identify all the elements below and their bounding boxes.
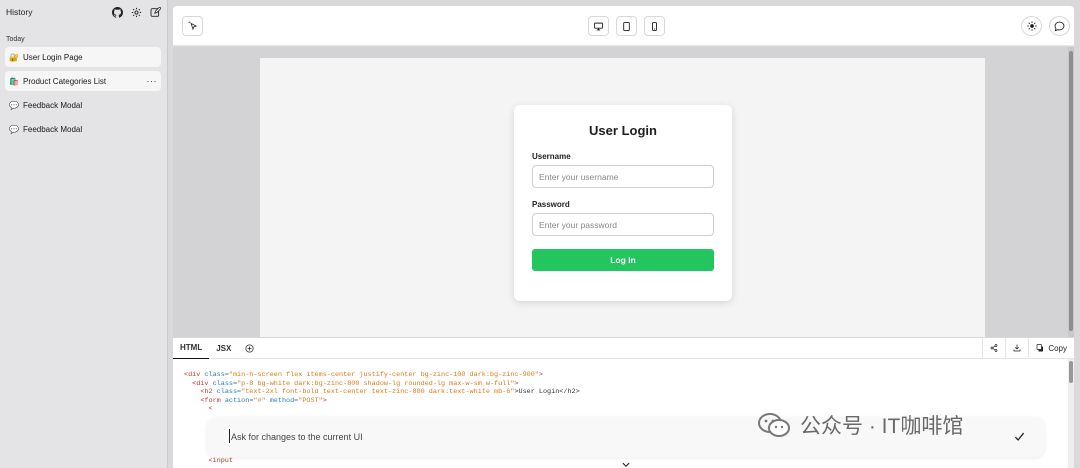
element-select-button[interactable] (182, 16, 203, 36)
text-cursor (229, 429, 230, 443)
preview-area: User Login Username Password Log In (173, 47, 1074, 338)
username-input[interactable] (532, 165, 714, 188)
sidebar-header: History (0, 0, 167, 24)
collapse-panel-button[interactable] (621, 457, 631, 468)
history-item-label: User Login Page (23, 52, 83, 62)
download-icon (1013, 344, 1021, 352)
watermark: 公众号 · IT咖啡馆 (756, 405, 963, 445)
code-line: <div class="p-8 bg-white dark:bg-zinc-80… (192, 379, 519, 388)
lock-icon: 🔐 (9, 52, 19, 62)
history-item-user-login[interactable]: 🔐 User Login Page (5, 47, 161, 67)
username-label: Username (532, 152, 571, 161)
history-item-label: Feedback Modal (23, 100, 83, 110)
history-item-feedback-modal[interactable]: 💬 Feedback Modal (5, 95, 161, 115)
download-button[interactable] (1005, 337, 1028, 359)
speech-bubble-icon: 💬 (9, 100, 19, 110)
code-line: <form action="#" method="POST"> (200, 396, 327, 405)
submit-button[interactable] (1014, 431, 1025, 445)
code-line: < (208, 405, 213, 414)
preview-toolbar (173, 6, 1074, 46)
chat-icon (1054, 21, 1065, 31)
history-item-feedback-modal[interactable]: 💬 Feedback Modal (5, 119, 161, 139)
sidebar-title: History (6, 7, 33, 17)
login-card: User Login Username Password Log In (514, 105, 732, 301)
tablet-view-button[interactable] (616, 16, 637, 36)
preview-scrollbar[interactable] (1068, 47, 1074, 337)
login-button[interactable]: Log In (532, 249, 714, 271)
plus-circle-icon (245, 343, 254, 353)
login-title: User Login (589, 123, 657, 138)
desktop-icon (594, 22, 603, 30)
mobile-icon (652, 21, 657, 31)
checkmark-icon (1014, 432, 1025, 441)
cursor-select-icon (188, 21, 197, 31)
history-item-label: Product Categories List (23, 76, 107, 86)
code-line: <h2 class="text-2xl font-bold text-cente… (200, 388, 580, 397)
share-icon (990, 344, 998, 352)
tab-jsx[interactable]: JSX (209, 338, 238, 359)
chat-toggle-button[interactable] (1049, 16, 1070, 36)
mobile-view-button[interactable] (644, 16, 665, 36)
history-sidebar: History Today 🔐 User Login Page 🛍️ Produ… (0, 0, 168, 468)
copy-icon (1036, 344, 1044, 352)
speech-bubble-icon: 💬 (9, 124, 19, 134)
copy-button[interactable]: Copy (1028, 337, 1074, 359)
code-scrollbar[interactable] (1068, 359, 1074, 468)
password-label: Password (532, 200, 570, 209)
password-input[interactable] (532, 213, 714, 236)
new-chat-edit-icon[interactable] (150, 6, 161, 18)
code-line: <input (208, 456, 233, 465)
history-item-product-categories[interactable]: 🛍️ Product Categories List ··· (5, 71, 161, 91)
more-options-icon[interactable]: ··· (147, 76, 158, 86)
github-icon[interactable] (112, 6, 123, 18)
code-tabs: HTML JSX Copy (173, 337, 1074, 359)
desktop-view-button[interactable] (588, 16, 609, 36)
add-tab-button[interactable] (238, 338, 261, 359)
chevron-down-icon (622, 462, 630, 468)
sun-icon (1026, 21, 1037, 31)
preview-canvas: User Login Username Password Log In (260, 58, 985, 338)
preview-scroll-thumb[interactable] (1069, 51, 1073, 331)
copy-label: Copy (1048, 343, 1067, 353)
wechat-logo-icon (758, 413, 790, 437)
tablet-icon (623, 21, 630, 31)
share-button[interactable] (982, 337, 1005, 359)
theme-toggle-button[interactable] (1021, 16, 1042, 36)
watermark-text: 公众号 · IT咖啡馆 (800, 415, 964, 438)
shopping-bags-icon: 🛍️ (9, 76, 19, 86)
code-line: <div class="min-h-screen flex items-cent… (184, 371, 543, 379)
tab-html[interactable]: HTML (173, 337, 210, 359)
settings-gear-icon[interactable] (131, 7, 142, 18)
history-item-label: Feedback Modal (23, 124, 83, 134)
sidebar-section-today: Today (6, 36, 25, 43)
